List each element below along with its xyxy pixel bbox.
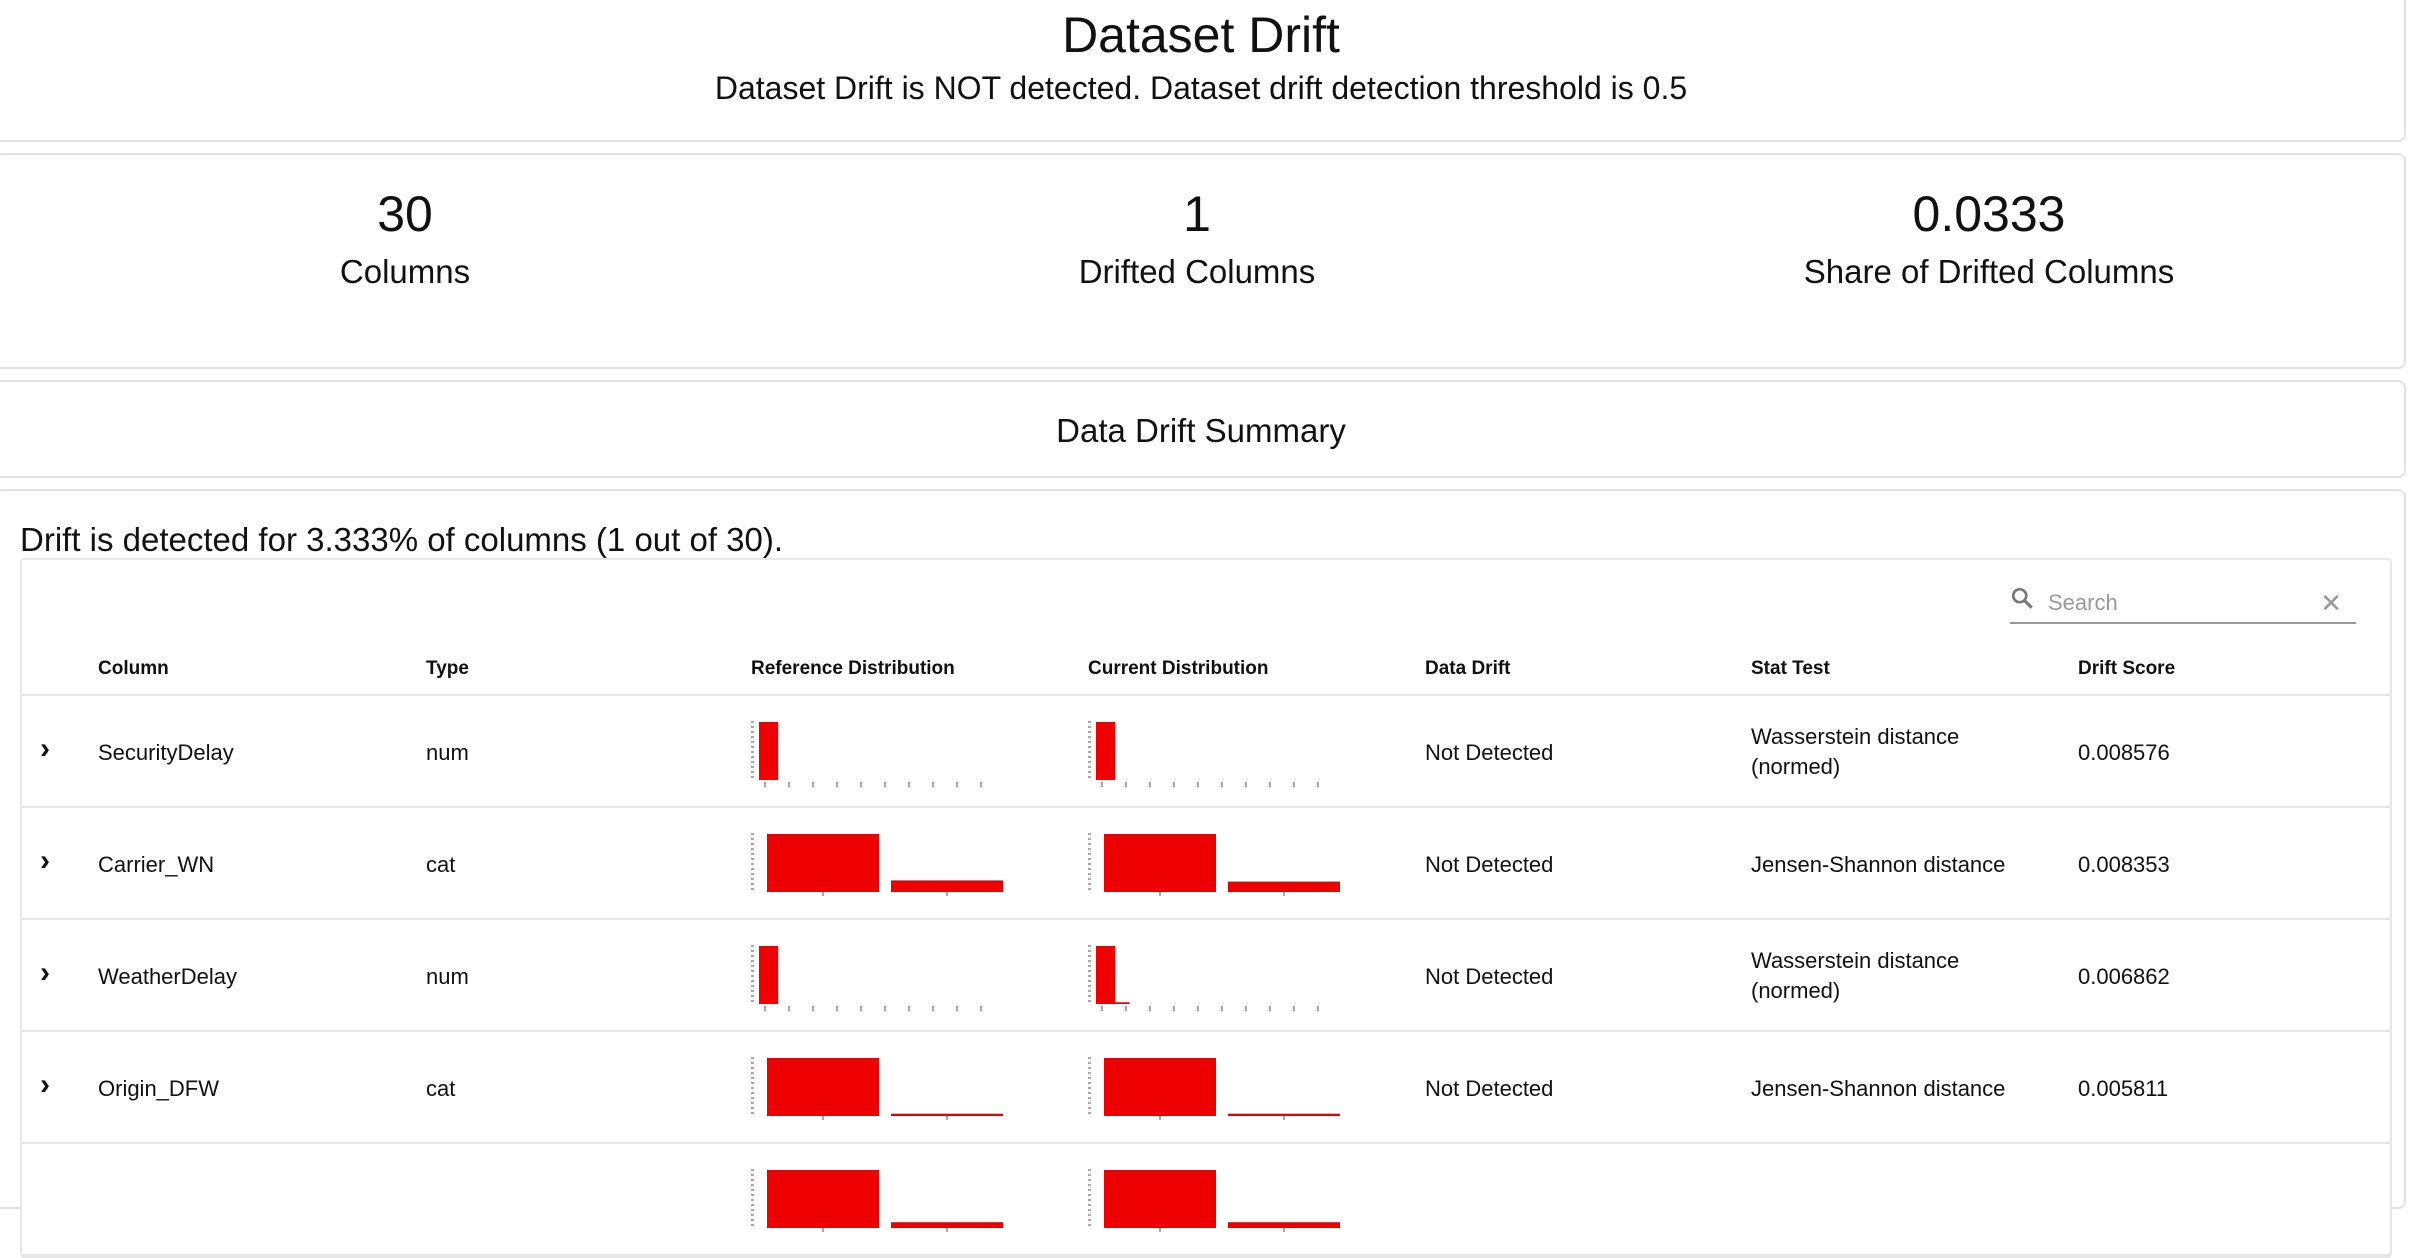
page-title: Dataset Drift bbox=[1062, 7, 1340, 63]
expand-row-icon[interactable]: › bbox=[40, 844, 50, 878]
header-reference-distribution: Reference Distribution bbox=[751, 658, 955, 679]
histogram-bar bbox=[1104, 1058, 1216, 1116]
reference-distribution-chart bbox=[751, 721, 982, 787]
drift-score: 0.008353 bbox=[2078, 852, 2170, 877]
expand-row-icon[interactable]: › bbox=[40, 1068, 50, 1102]
search-input[interactable]: Search bbox=[2048, 590, 2118, 616]
stat-test: Wasserstein distance bbox=[1751, 948, 1960, 973]
table-row bbox=[22, 1144, 2390, 1256]
metric-value: 30 bbox=[377, 186, 433, 242]
header-column[interactable]: Column bbox=[98, 658, 169, 680]
header-current-distribution: Current Distribution bbox=[1088, 658, 1269, 679]
drift-status: Not Detected bbox=[1425, 964, 1554, 989]
header-type[interactable]: Type bbox=[426, 658, 469, 680]
column-name: WeatherDelay bbox=[98, 964, 237, 989]
header-drift-score[interactable]: Drift Score bbox=[2078, 658, 2175, 680]
table-card: Drift is detected for 3.333% of columns … bbox=[0, 489, 2406, 1258]
drift-table: Search ✕ Column Type Reference Distribut… bbox=[20, 558, 2392, 1258]
stat-test: Jensen-Shannon distance bbox=[1751, 852, 2006, 877]
metric-label: Columns bbox=[339, 253, 471, 290]
histogram-bar bbox=[1104, 834, 1216, 892]
header-stat-test[interactable]: Stat Test bbox=[1751, 658, 1830, 680]
drift-status: Not Detected bbox=[1425, 740, 1554, 765]
table-row: › Carrier_WN cat Not Detected Jensen-Shannon… bbox=[22, 808, 2390, 920]
histogram-bar bbox=[1110, 1002, 1130, 1004]
column-type: num bbox=[426, 964, 469, 989]
stat-test: Wasserstein distance bbox=[1751, 724, 1960, 749]
reference-distribution-chart bbox=[751, 1057, 1003, 1120]
histogram-bar bbox=[767, 834, 879, 892]
summary-card: Data Drift Summary bbox=[0, 380, 2406, 478]
drift-status: Not Detected bbox=[1425, 1076, 1554, 1101]
histogram-bar bbox=[1228, 1222, 1340, 1228]
metrics-card: 30 Columns 1 Drifted Columns 0.0333 Shar… bbox=[0, 153, 2406, 369]
search-icon bbox=[2011, 587, 2033, 609]
column-name: Carrier_WN bbox=[98, 852, 215, 877]
histogram-bar bbox=[759, 946, 779, 1004]
summary-title: Data Drift Summary bbox=[1056, 412, 1346, 449]
stat-test: Jensen-Shannon distance bbox=[1751, 1076, 2006, 1101]
table-row: › Origin_DFW cat Not Detected Jensen-Shannon… bbox=[22, 1032, 2390, 1144]
histogram-bar bbox=[1096, 722, 1116, 780]
expand-row-icon[interactable]: › bbox=[40, 956, 50, 990]
column-type: cat bbox=[426, 852, 456, 877]
expand-row-icon[interactable]: › bbox=[40, 732, 50, 766]
histogram-bar bbox=[1228, 881, 1340, 892]
histogram-bar bbox=[891, 880, 1003, 892]
header-card: Dataset Drift Dataset Drift is NOT detec… bbox=[0, 0, 2406, 142]
histogram-bar bbox=[1228, 1113, 1340, 1116]
drift-score: 0.005811 bbox=[2078, 1076, 2169, 1101]
metric-value: 0.0333 bbox=[1912, 186, 2066, 242]
current-distribution-chart bbox=[1088, 1169, 1340, 1232]
current-distribution-chart bbox=[1088, 1057, 1340, 1120]
reference-distribution-chart bbox=[751, 945, 982, 1011]
header-data-drift[interactable]: Data Drift bbox=[1425, 658, 1511, 680]
histogram-bar bbox=[759, 722, 779, 780]
current-distribution-chart bbox=[1088, 721, 1319, 787]
search-field[interactable]: Search ✕ bbox=[2010, 580, 2356, 624]
metric-label: Drifted Columns bbox=[1078, 253, 1316, 290]
row-divider bbox=[22, 1254, 2390, 1256]
stat-test-line2: (normed) bbox=[1751, 754, 1841, 779]
clear-search-icon[interactable]: ✕ bbox=[2320, 588, 2342, 619]
table-row: › SecurityDelay num Not Detected Wasserstein… bbox=[22, 696, 2390, 808]
column-type: cat bbox=[426, 1076, 456, 1101]
column-type: num bbox=[426, 740, 469, 765]
drift-note: Drift is detected for 3.333% of columns … bbox=[20, 521, 784, 558]
current-distribution-chart bbox=[1088, 833, 1340, 896]
histogram-bar bbox=[891, 1222, 1003, 1228]
histogram-bar bbox=[767, 1170, 879, 1228]
metric-value: 1 bbox=[1183, 186, 1211, 242]
metric-label: Share of Drifted Columns bbox=[1803, 253, 2175, 290]
stat-test-line2: (normed) bbox=[1751, 978, 1841, 1003]
drift-status: Not Detected bbox=[1425, 852, 1554, 877]
histogram-bar bbox=[1104, 1170, 1216, 1228]
histogram-bar bbox=[891, 1113, 1003, 1116]
drift-score: 0.006862 bbox=[2078, 964, 2170, 989]
current-distribution-chart bbox=[1088, 945, 1319, 1011]
histogram-bar bbox=[1096, 946, 1116, 1004]
reference-distribution-chart bbox=[751, 833, 1003, 896]
table-row: › WeatherDelay num Not Detected Wasserstein … bbox=[22, 920, 2390, 1032]
drift-score: 0.008576 bbox=[2078, 740, 2170, 765]
histogram-bar bbox=[767, 1058, 879, 1116]
column-name: SecurityDelay bbox=[98, 740, 234, 765]
column-name: Origin_DFW bbox=[98, 1076, 220, 1101]
page-subtitle: Dataset Drift is NOT detected. Dataset d… bbox=[714, 70, 1688, 106]
reference-distribution-chart bbox=[751, 1169, 1003, 1232]
